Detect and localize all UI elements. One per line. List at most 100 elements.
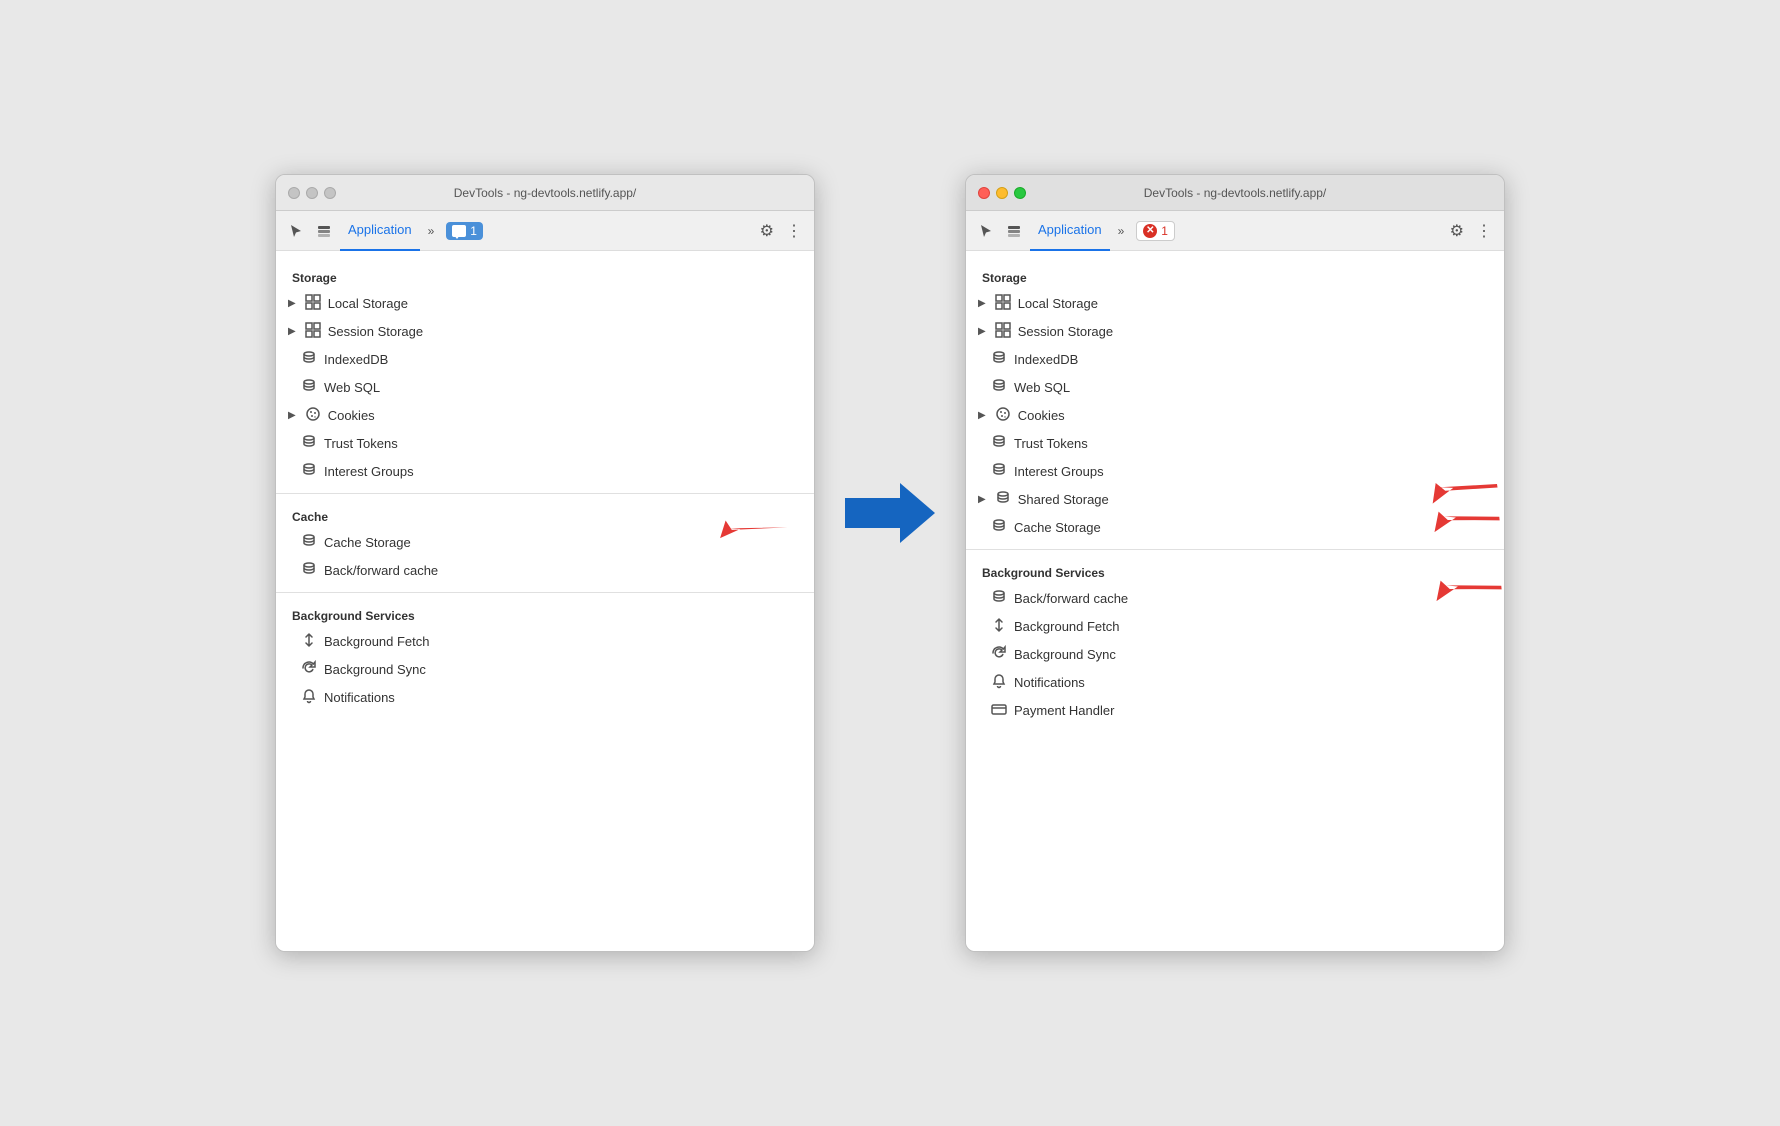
- tab-application-before[interactable]: Application: [340, 211, 420, 251]
- sidebar-after: Storage ▶ Local Storage ▶ Session Storag…: [966, 251, 1504, 951]
- sidebar-item-local-storage-after[interactable]: ▶ Local Storage: [966, 289, 1504, 317]
- devtools-window-after: DevTools - ng-devtools.netlify.app/ Appl…: [965, 174, 1505, 952]
- card-icon: [990, 701, 1008, 720]
- backforward-row-wrapper: Back/forward cache: [966, 584, 1504, 612]
- layers-icon-before[interactable]: [312, 219, 336, 243]
- sidebar-item-backforward-before[interactable]: Back/forward cache: [276, 556, 814, 584]
- close-button-before[interactable]: [288, 187, 300, 199]
- db-icon-interest: [300, 462, 318, 481]
- sidebar-item-bg-fetch-after[interactable]: Background Fetch: [966, 612, 1504, 640]
- sidebar-item-session-storage-before[interactable]: ▶ Session Storage: [276, 317, 814, 345]
- toolbar-after: Application » ✕ 1 ⚙ ⋮: [966, 211, 1504, 251]
- sidebar-item-indexeddb-before[interactable]: IndexedDB: [276, 345, 814, 373]
- sidebar-item-cookies-before[interactable]: ▶ Cookies: [276, 401, 814, 429]
- close-button-after[interactable]: [978, 187, 990, 199]
- toolbar-before: Application » 1 ⚙ ⋮: [276, 211, 814, 251]
- bell-icon: [300, 688, 318, 707]
- db-icon-websql: [300, 378, 318, 397]
- grid-icon-session: [304, 322, 322, 341]
- grid-icon-local: [304, 294, 322, 313]
- badge-before: 1: [446, 222, 483, 240]
- storage-header-after: Storage: [966, 263, 1504, 289]
- tab-application-after[interactable]: Application: [1030, 211, 1110, 251]
- db-icon-cache: [300, 533, 318, 552]
- shared-storage-row-wrapper: ▶ Shared Storage: [966, 485, 1504, 513]
- background-header-before: Background Services: [276, 601, 814, 627]
- expand-local-after: ▶: [978, 298, 986, 309]
- db-icon-shared: [994, 490, 1012, 509]
- grid-icon-local-after: [994, 294, 1012, 313]
- cache-storage-row-wrapper: Cache Storage: [966, 513, 1504, 541]
- sidebar-item-notifications-before[interactable]: Notifications: [276, 683, 814, 711]
- traffic-lights-after: [978, 187, 1026, 199]
- expand-arrow-session: ▶: [288, 326, 296, 337]
- db-icon-cache-after: [990, 518, 1008, 537]
- sync-icon-after: [990, 645, 1008, 664]
- title-bar-before: DevTools - ng-devtools.netlify.app/: [276, 175, 814, 211]
- db-icon-indexed-after: [990, 350, 1008, 369]
- sidebar-before: Storage ▶ Local Storage ▶ Session Storag…: [276, 251, 814, 951]
- expand-arrow-local: ▶: [288, 298, 296, 309]
- devtools-window-before: DevTools - ng-devtools.netlify.app/ Appl…: [275, 174, 815, 952]
- db-icon-backforward: [300, 561, 318, 580]
- expand-arrow-cookies: ▶: [288, 410, 296, 421]
- comparison-container: DevTools - ng-devtools.netlify.app/ Appl…: [275, 174, 1505, 952]
- storage-header-before: Storage: [276, 263, 814, 289]
- expand-session-after: ▶: [978, 326, 986, 337]
- cursor-icon-before[interactable]: [284, 219, 308, 243]
- divider-bg-after: [966, 549, 1504, 550]
- blue-arrow-connector: [815, 478, 965, 548]
- sidebar-item-notifications-after[interactable]: Notifications: [966, 668, 1504, 696]
- layers-icon-after[interactable]: [1002, 219, 1026, 243]
- cache-section-wrapper: Cache: [276, 502, 814, 528]
- background-header-after: Background Services: [966, 558, 1504, 584]
- expand-shared: ▶: [978, 494, 986, 505]
- arrow-updown-icon: [300, 632, 318, 651]
- more-options-after[interactable]: ⋮: [1472, 221, 1496, 241]
- sidebar-item-indexeddb-after[interactable]: IndexedDB: [966, 345, 1504, 373]
- cookie-icon: [304, 406, 322, 425]
- minimize-button-after[interactable]: [996, 187, 1008, 199]
- bell-icon-after: [990, 673, 1008, 692]
- settings-icon-after[interactable]: ⚙: [1446, 221, 1468, 241]
- cursor-icon-after[interactable]: [974, 219, 998, 243]
- db-icon-websql-after: [990, 378, 1008, 397]
- more-options-before[interactable]: ⋮: [782, 221, 806, 241]
- maximize-button-before[interactable]: [324, 187, 336, 199]
- sidebar-item-payment-handler-after[interactable]: Payment Handler: [966, 696, 1504, 724]
- more-tabs-after[interactable]: »: [1114, 224, 1129, 238]
- sidebar-item-local-storage-before[interactable]: ▶ Local Storage: [276, 289, 814, 317]
- sync-icon: [300, 660, 318, 679]
- divider-background: [276, 592, 814, 593]
- sidebar-item-websql-before[interactable]: Web SQL: [276, 373, 814, 401]
- minimize-button-before[interactable]: [306, 187, 318, 199]
- maximize-button-after[interactable]: [1014, 187, 1026, 199]
- grid-icon-session-after: [994, 322, 1012, 341]
- sidebar-item-interest-groups-before[interactable]: Interest Groups: [276, 457, 814, 485]
- cookie-icon-after: [994, 406, 1012, 425]
- sidebar-item-backforward-after[interactable]: Back/forward cache: [966, 584, 1504, 612]
- sidebar-item-websql-after[interactable]: Web SQL: [966, 373, 1504, 401]
- db-icon-interest-after: [990, 462, 1008, 481]
- arrow-updown-icon-after: [990, 617, 1008, 636]
- traffic-lights-before: [288, 187, 336, 199]
- title-bar-after: DevTools - ng-devtools.netlify.app/: [966, 175, 1504, 211]
- sidebar-item-trust-tokens-after[interactable]: Trust Tokens: [966, 429, 1504, 457]
- sidebar-item-session-storage-after[interactable]: ▶ Session Storage: [966, 317, 1504, 345]
- window-title-before: DevTools - ng-devtools.netlify.app/: [454, 186, 637, 200]
- sidebar-item-interest-groups-after[interactable]: Interest Groups: [966, 457, 1504, 485]
- sidebar-item-cookies-after[interactable]: ▶ Cookies: [966, 401, 1504, 429]
- sidebar-item-trust-tokens-before[interactable]: Trust Tokens: [276, 429, 814, 457]
- expand-cookies-after: ▶: [978, 410, 986, 421]
- more-tabs-before[interactable]: »: [424, 224, 439, 238]
- sidebar-item-bg-fetch-before[interactable]: Background Fetch: [276, 627, 814, 655]
- db-icon-indexed: [300, 350, 318, 369]
- badge-after: ✕ 1: [1136, 221, 1175, 241]
- settings-icon-before[interactable]: ⚙: [756, 221, 778, 241]
- db-icon-backforward-after: [990, 589, 1008, 608]
- sidebar-item-bg-sync-after[interactable]: Background Sync: [966, 640, 1504, 668]
- blue-arrow-svg: [845, 478, 935, 548]
- window-title-after: DevTools - ng-devtools.netlify.app/: [1144, 186, 1327, 200]
- db-icon-trust: [300, 434, 318, 453]
- sidebar-item-bg-sync-before[interactable]: Background Sync: [276, 655, 814, 683]
